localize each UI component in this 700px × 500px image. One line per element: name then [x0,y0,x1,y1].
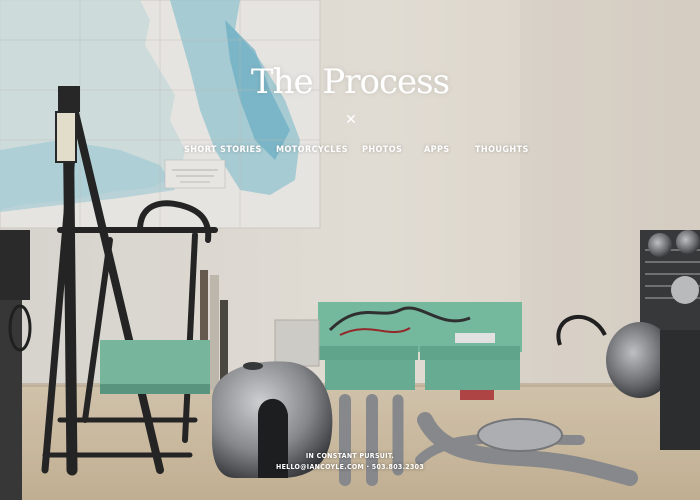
nav-item-motorcycles[interactable]: MOTORCYCLES [276,145,348,155]
footer-contact-link[interactable]: HELLO@IANCOYLE.COM · 503.803.2303 [0,463,700,471]
footer-tagline: IN CONSTANT PURSUIT. [305,452,395,460]
nav-item-apps[interactable]: APPS [424,145,450,155]
close-icon[interactable]: ✕ [343,112,359,128]
main-nav: SHORT STORIES MOTORCYCLES PHOTOS APPS TH… [0,145,700,159]
nav-item-thoughts[interactable]: THOUGHTS [475,145,529,155]
site-title[interactable]: The Process [0,62,700,102]
nav-item-photos[interactable]: PHOTOS [362,145,402,155]
nav-item-short-stories[interactable]: SHORT STORIES [184,145,262,155]
